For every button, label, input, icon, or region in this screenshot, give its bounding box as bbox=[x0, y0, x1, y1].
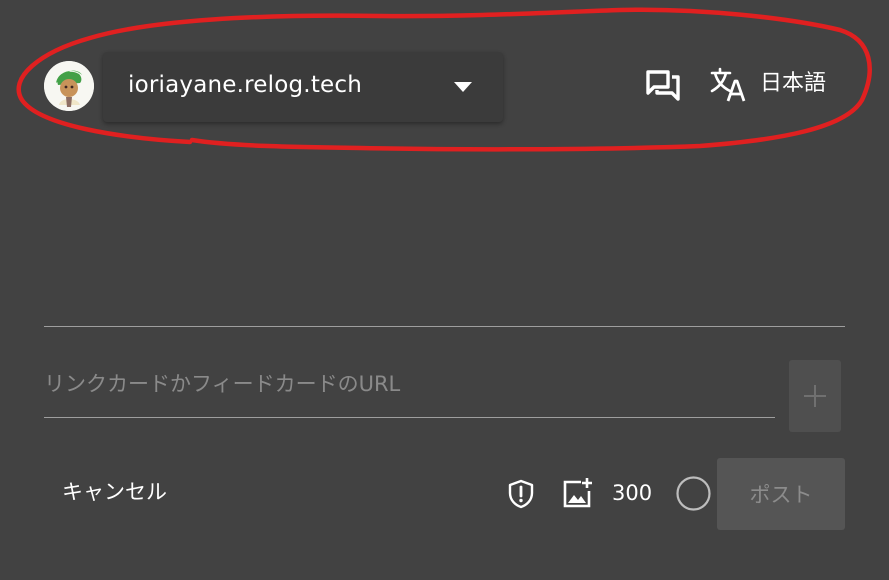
post-button[interactable]: ポスト bbox=[717, 458, 845, 530]
translate-icon bbox=[710, 67, 746, 102]
caret-down-icon bbox=[454, 82, 472, 92]
avatar-image bbox=[44, 61, 94, 111]
char-progress-ring bbox=[676, 476, 711, 511]
link-card-url-input[interactable] bbox=[44, 367, 769, 401]
add-link-card-button[interactable] bbox=[789, 360, 841, 432]
threads-icon[interactable] bbox=[645, 67, 681, 103]
language-label: 日本語 bbox=[760, 71, 827, 96]
avatar[interactable] bbox=[44, 61, 94, 111]
plus-icon bbox=[804, 385, 826, 407]
account-handle: ioriayane.relog.tech bbox=[128, 72, 363, 98]
language-selector[interactable]: 日本語 bbox=[710, 64, 840, 104]
shield-alert-icon[interactable] bbox=[506, 479, 536, 509]
link-card-url-field[interactable] bbox=[44, 355, 775, 418]
composer-divider bbox=[44, 326, 845, 327]
remaining-char-count: 300 bbox=[612, 481, 653, 505]
cancel-button[interactable]: キャンセル bbox=[48, 466, 188, 516]
image-plus-icon[interactable] bbox=[561, 477, 593, 509]
account-selector[interactable]: ioriayane.relog.tech bbox=[103, 52, 503, 122]
